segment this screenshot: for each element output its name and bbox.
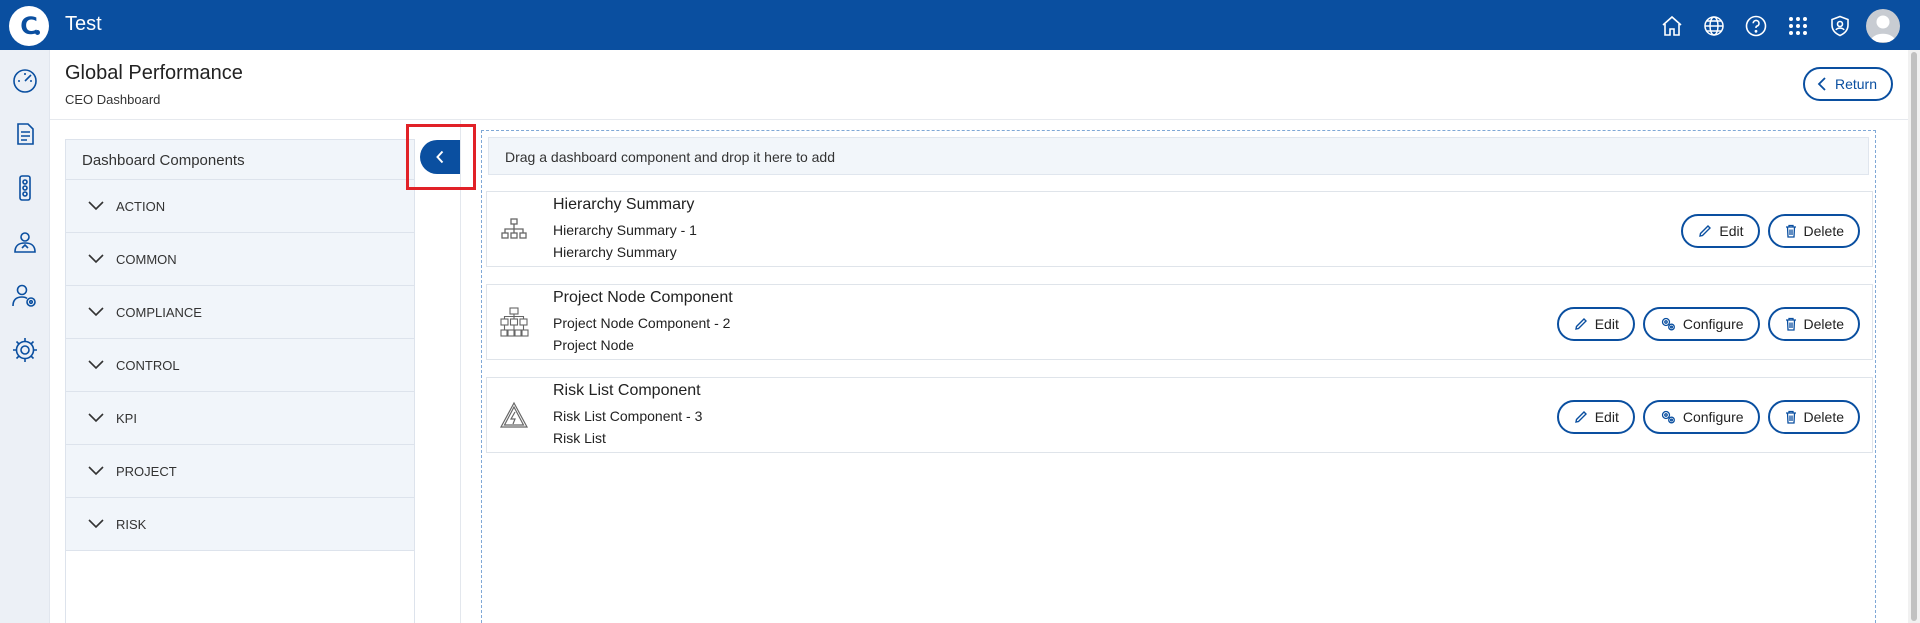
chevron-down-icon bbox=[88, 413, 104, 423]
chevron-down-icon bbox=[88, 360, 104, 370]
risk-shield-icon[interactable] bbox=[9, 226, 41, 258]
component-card: Risk List Component Risk List Component … bbox=[486, 377, 1873, 453]
app-logo[interactable]: C bbox=[9, 6, 49, 46]
category-compliance[interactable]: COMPLIANCE bbox=[66, 286, 414, 339]
app-title: Test bbox=[65, 13, 102, 35]
gear-icon[interactable] bbox=[9, 334, 41, 366]
configure-label: Configure bbox=[1682, 409, 1744, 425]
page-subtitle: CEO Dashboard bbox=[65, 92, 161, 107]
category-risk[interactable]: RISK bbox=[66, 498, 414, 551]
gears-icon bbox=[1661, 317, 1675, 331]
globe-icon[interactable] bbox=[1698, 10, 1730, 42]
component-card: Hierarchy Summary Hierarchy Summary - 1 … bbox=[486, 191, 1873, 267]
delete-label: Delete bbox=[1803, 409, 1844, 425]
delete-button[interactable]: Delete bbox=[1767, 400, 1860, 434]
category-common[interactable]: COMMON bbox=[66, 233, 414, 286]
apps-grid-icon[interactable] bbox=[1782, 10, 1814, 42]
highlight-annotation bbox=[406, 124, 476, 190]
category-label: COMMON bbox=[116, 251, 177, 267]
trash-icon bbox=[1785, 224, 1796, 238]
configure-button[interactable]: Configure bbox=[1642, 307, 1760, 341]
category-label: KPI bbox=[116, 410, 137, 426]
card-instance-name: Hierarchy Summary - 1 bbox=[553, 222, 697, 238]
panel-divider bbox=[460, 120, 461, 623]
category-project[interactable]: PROJECT bbox=[66, 445, 414, 498]
card-title: Hierarchy Summary bbox=[553, 196, 695, 213]
page-header: Global Performance CEO Dashboard Return bbox=[50, 50, 1908, 120]
home-icon[interactable] bbox=[1656, 10, 1688, 42]
card-title: Risk List Component bbox=[553, 382, 701, 399]
gears-icon bbox=[1661, 410, 1675, 424]
page-scrollbar[interactable] bbox=[1908, 50, 1920, 623]
delete-label: Delete bbox=[1803, 223, 1844, 239]
left-nav bbox=[0, 50, 50, 623]
edit-label: Edit bbox=[1719, 223, 1744, 239]
card-title: Project Node Component bbox=[553, 289, 733, 306]
card-instance-name: Project Node Component - 2 bbox=[553, 315, 731, 331]
category-label: CONTROL bbox=[116, 357, 180, 373]
return-button[interactable]: Return bbox=[1802, 67, 1893, 101]
category-label: COMPLIANCE bbox=[116, 304, 202, 320]
top-bar: C Test bbox=[0, 0, 1920, 50]
edit-button[interactable]: Edit bbox=[1556, 400, 1635, 434]
document-icon[interactable] bbox=[9, 118, 41, 150]
edit-label: Edit bbox=[1594, 316, 1619, 332]
user-avatar[interactable] bbox=[1866, 9, 1900, 43]
project-node-icon bbox=[499, 307, 529, 337]
help-icon[interactable] bbox=[1740, 10, 1772, 42]
category-label: ACTION bbox=[116, 198, 166, 214]
scrollbar-thumb[interactable] bbox=[1911, 52, 1917, 621]
pencil-icon bbox=[1574, 411, 1587, 423]
chevron-down-icon bbox=[88, 254, 104, 264]
shield-icon[interactable] bbox=[1824, 10, 1856, 42]
card-type: Project Node bbox=[553, 337, 634, 353]
chevron-down-icon bbox=[88, 307, 104, 317]
logo-letter: C bbox=[20, 12, 38, 40]
category-action[interactable]: ACTION bbox=[66, 180, 414, 233]
trash-icon bbox=[1785, 317, 1796, 331]
category-kpi[interactable]: KPI bbox=[66, 392, 414, 445]
card-type: Risk List bbox=[553, 430, 606, 446]
edit-button[interactable]: Edit bbox=[1681, 214, 1760, 248]
dashboard-components-panel: Dashboard Components ACTION COMMON COMPL… bbox=[65, 139, 415, 623]
component-card: Project Node Component Project Node Comp… bbox=[486, 284, 1873, 360]
category-label: PROJECT bbox=[116, 463, 177, 479]
configure-label: Configure bbox=[1682, 316, 1744, 332]
risk-warning-icon bbox=[499, 400, 529, 430]
hierarchy-icon bbox=[499, 214, 529, 244]
delete-button[interactable]: Delete bbox=[1767, 214, 1860, 248]
pencil-icon bbox=[1699, 225, 1712, 237]
chevron-down-icon bbox=[88, 201, 104, 211]
page-title: Global Performance bbox=[65, 62, 243, 84]
return-label: Return bbox=[1834, 76, 1877, 92]
chevron-left-icon bbox=[1817, 77, 1826, 91]
card-instance-name: Risk List Component - 3 bbox=[553, 408, 703, 424]
pencil-icon bbox=[1574, 318, 1587, 330]
delete-button[interactable]: Delete bbox=[1767, 307, 1860, 341]
category-label: RISK bbox=[116, 516, 147, 532]
category-control[interactable]: CONTROL bbox=[66, 339, 414, 392]
chevron-down-icon bbox=[88, 466, 104, 476]
card-type: Hierarchy Summary bbox=[553, 244, 677, 260]
configure-button[interactable]: Configure bbox=[1642, 400, 1760, 434]
dashboard-dropzone[interactable]: Drag a dashboard component and drop it h… bbox=[481, 130, 1876, 623]
edit-button[interactable]: Edit bbox=[1556, 307, 1635, 341]
delete-label: Delete bbox=[1803, 316, 1844, 332]
chevron-down-icon bbox=[88, 519, 104, 529]
edit-label: Edit bbox=[1594, 409, 1619, 425]
dashboard-gauge-icon[interactable] bbox=[9, 64, 41, 96]
traffic-light-icon[interactable] bbox=[9, 172, 41, 204]
components-heading: Dashboard Components bbox=[66, 140, 414, 180]
drop-hint: Drag a dashboard component and drop it h… bbox=[488, 137, 1869, 175]
user-settings-icon[interactable] bbox=[9, 280, 41, 312]
trash-icon bbox=[1785, 410, 1796, 424]
